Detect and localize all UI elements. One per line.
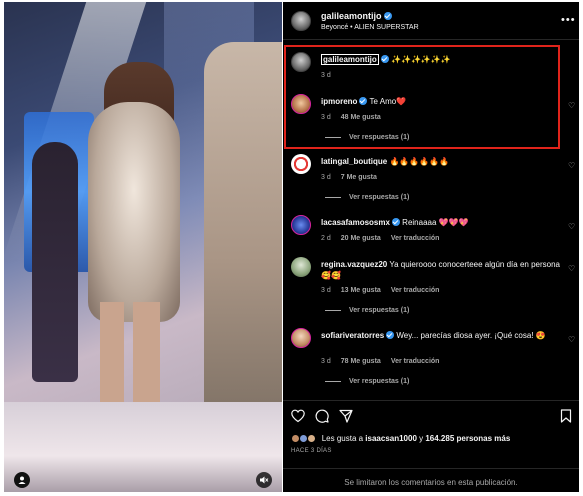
mute-button[interactable] bbox=[256, 472, 272, 488]
highlight-box bbox=[284, 45, 560, 149]
verified-badge-icon bbox=[383, 12, 392, 20]
heart-icon[interactable]: ♡ bbox=[568, 102, 576, 110]
verified-badge-icon bbox=[386, 331, 395, 339]
comment-text: 🔥🔥🔥🔥🔥🔥 bbox=[389, 157, 450, 166]
view-replies[interactable]: Ver respuestas (1) bbox=[325, 194, 409, 201]
comment-time: 3 d bbox=[321, 174, 331, 181]
post-date: HACE 3 DÍAS bbox=[291, 448, 332, 454]
likes-prefix: Les gusta a bbox=[321, 434, 366, 443]
comment-body: lacasafamososmx Reinaaaa 💖💖💖 bbox=[321, 217, 561, 228]
heart-icon[interactable]: ♡ bbox=[568, 336, 576, 344]
comment-meta: 3 d 7 Me gusta bbox=[321, 174, 387, 181]
heart-icon[interactable]: ♡ bbox=[568, 265, 576, 273]
comment-likes[interactable]: 7 Me gusta bbox=[341, 174, 377, 181]
post-header: galileamontijo Beyoncé • ALIEN SUPERSTAR… bbox=[283, 2, 579, 40]
heart-icon[interactable] bbox=[291, 409, 305, 423]
verified-badge-icon bbox=[391, 218, 400, 226]
bookmark-icon[interactable] bbox=[559, 409, 573, 423]
comment-body: sofiariveratorres Wey... parecías diosa … bbox=[321, 330, 561, 341]
liker-avatar bbox=[307, 434, 317, 443]
comment-avatar[interactable] bbox=[291, 215, 311, 235]
likes-user[interactable]: isaacsan1000 bbox=[365, 434, 417, 443]
comment-avatar[interactable] bbox=[291, 154, 311, 174]
comment-body: regina.vazquez20 Ya quieroooo conocertee… bbox=[321, 259, 561, 281]
comment-username[interactable]: sofiariveratorres bbox=[321, 331, 384, 340]
likes-summary: Les gusta a isaacsan1000 y 164.285 perso… bbox=[291, 434, 510, 443]
heart-icon[interactable]: ♡ bbox=[568, 162, 576, 170]
comment-username[interactable]: lacasafamososmx bbox=[321, 218, 390, 227]
comment-item: lacasafamososmx Reinaaaa 💖💖💖 2 d 20 Me gu… bbox=[283, 215, 579, 247]
comment-text: Reinaaaa 💖💖💖 bbox=[402, 218, 469, 227]
comment-item: latingal_boutique 🔥🔥🔥🔥🔥🔥 3 d 7 Me gusta ♡… bbox=[283, 154, 579, 206]
comment-time: 2 d bbox=[321, 235, 331, 242]
comment-likes[interactable]: 78 Me gusta bbox=[341, 358, 381, 365]
post-viewer: galileamontijo Beyoncé • ALIEN SUPERSTAR… bbox=[0, 0, 583, 496]
action-bar bbox=[283, 400, 579, 426]
stage-floor bbox=[4, 402, 282, 492]
comment-icon[interactable] bbox=[315, 409, 329, 423]
heart-icon[interactable]: ♡ bbox=[568, 223, 576, 231]
translate-link[interactable]: Ver traducción bbox=[391, 358, 440, 365]
comment-item: regina.vazquez20 Ya quieroooo conocertee… bbox=[283, 257, 579, 321]
comment-time: 3 d bbox=[321, 358, 331, 365]
comment-meta: 3 d 78 Me gusta Ver traducción bbox=[321, 358, 449, 365]
comment-avatar[interactable] bbox=[291, 257, 311, 277]
comments-limited-notice: Se limitaron los comentarios en esta pub… bbox=[344, 478, 518, 487]
user-icon bbox=[18, 476, 26, 484]
comment-likes[interactable]: 20 Me gusta bbox=[341, 235, 381, 242]
comment-text: Wey... parecías diosa ayer. ¡Qué cosa! 😍 bbox=[396, 331, 546, 340]
comment-time: 3 d bbox=[321, 287, 331, 294]
view-replies[interactable]: Ver respuestas (1) bbox=[325, 378, 409, 385]
comment-meta: 2 d 20 Me gusta Ver traducción bbox=[321, 235, 449, 242]
sequin-dress bbox=[88, 102, 180, 322]
comment-username[interactable]: regina.vazquez20 bbox=[321, 260, 387, 269]
more-icon[interactable]: ••• bbox=[561, 14, 576, 26]
translate-link[interactable]: Ver traducción bbox=[391, 287, 440, 294]
comment-likes[interactable]: 13 Me gusta bbox=[341, 287, 381, 294]
author-username[interactable]: galileamontijo bbox=[321, 11, 392, 21]
post-media-video[interactable] bbox=[4, 2, 282, 492]
comment-item: sofiariveratorres Wey... parecías diosa … bbox=[283, 328, 579, 392]
author-avatar[interactable] bbox=[291, 11, 311, 31]
mute-icon bbox=[260, 476, 269, 484]
audio-label[interactable]: Beyoncé • ALIEN SUPERSTAR bbox=[321, 24, 419, 31]
likes-count[interactable]: 164.285 personas más bbox=[425, 434, 510, 443]
background-person bbox=[32, 142, 78, 382]
comment-username[interactable]: latingal_boutique bbox=[321, 157, 387, 166]
author-username-text[interactable]: galileamontijo bbox=[321, 11, 382, 21]
comment-meta: 3 d 13 Me gusta Ver traducción bbox=[321, 287, 449, 294]
comments-footer: Se limitaron los comentarios en esta pub… bbox=[283, 468, 579, 492]
view-replies[interactable]: Ver respuestas (1) bbox=[325, 307, 409, 314]
translate-link[interactable]: Ver traducción bbox=[391, 235, 440, 242]
likes-text[interactable]: Les gusta a isaacsan1000 y 164.285 perso… bbox=[322, 434, 511, 443]
comment-body: latingal_boutique 🔥🔥🔥🔥🔥🔥 bbox=[321, 156, 561, 167]
tagged-users-button[interactable] bbox=[14, 472, 30, 488]
share-icon[interactable] bbox=[339, 409, 353, 423]
comment-avatar[interactable] bbox=[291, 328, 311, 348]
